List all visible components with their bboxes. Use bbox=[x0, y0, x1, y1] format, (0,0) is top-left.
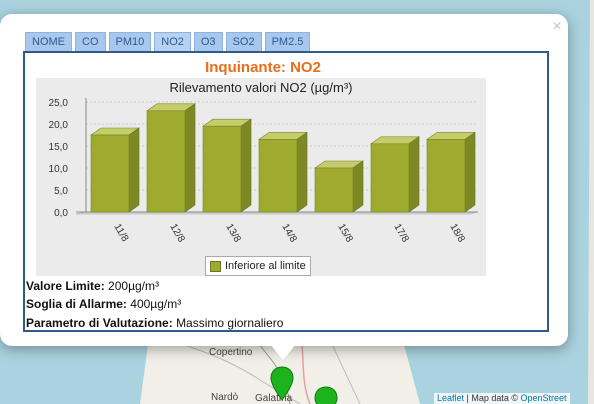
legend-label: Inferiore al limite bbox=[225, 260, 306, 272]
tab-o3[interactable]: O3 bbox=[193, 32, 223, 51]
tab-so2[interactable]: SO2 bbox=[225, 32, 262, 51]
alarm-row: Soglia di Allarme: 400µg/m³ bbox=[26, 297, 181, 311]
tab-pm25[interactable]: PM2.5 bbox=[264, 32, 311, 51]
param-value: Massimo giornaliero bbox=[176, 316, 284, 330]
attribution-text: | Map data © bbox=[464, 393, 521, 403]
limit-row: Valore Limite: 200µg/m³ bbox=[26, 279, 159, 293]
limit-value: 200µg/m³ bbox=[108, 279, 159, 293]
tab-nome[interactable]: NOME bbox=[25, 32, 72, 51]
map-marker-icon[interactable] bbox=[314, 386, 338, 404]
map-place-copertino: Copertino bbox=[209, 347, 253, 358]
map-marker-icon[interactable] bbox=[270, 366, 294, 402]
chart-area bbox=[36, 78, 486, 276]
tab-co[interactable]: CO bbox=[75, 32, 106, 51]
leaflet-link[interactable]: Leaflet bbox=[437, 393, 464, 403]
alarm-value: 400µg/m³ bbox=[130, 297, 182, 311]
map-attribution: Leaflet | Map data © OpenStreet bbox=[434, 393, 570, 404]
popup-tip bbox=[270, 344, 296, 360]
chart-title: Rilevamento valori NO2 (µg/m³) bbox=[169, 80, 353, 95]
map-place-nardo: Nardò bbox=[211, 392, 239, 403]
legend-swatch bbox=[210, 260, 221, 272]
pollutant-heading: Inquinante: NO2 bbox=[205, 59, 321, 76]
chart-legend: Inferiore al limite bbox=[205, 256, 311, 276]
pollutant-tabs: NOME CO PM10 NO2 O3 SO2 PM2.5 bbox=[25, 32, 313, 51]
tab-no2[interactable]: NO2 bbox=[154, 32, 191, 51]
osm-link[interactable]: OpenStreet bbox=[521, 393, 567, 403]
param-label: Parametro di Valutazione: bbox=[26, 316, 173, 330]
limit-label: Valore Limite: bbox=[26, 279, 105, 293]
close-icon[interactable]: × bbox=[549, 19, 565, 35]
tab-pm10[interactable]: PM10 bbox=[108, 32, 152, 51]
param-row: Parametro di Valutazione: Massimo giorna… bbox=[26, 316, 283, 330]
alarm-label: Soglia di Allarme: bbox=[26, 297, 127, 311]
